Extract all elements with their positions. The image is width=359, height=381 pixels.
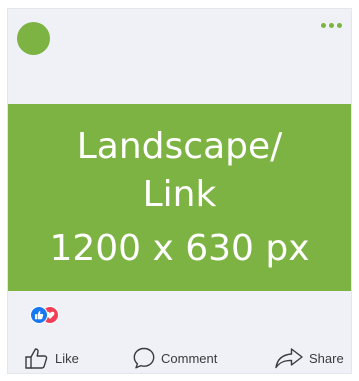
- comment-label: Comment: [161, 350, 218, 366]
- reaction-summary[interactable]: [30, 306, 60, 324]
- share-arrow-icon: [275, 348, 303, 369]
- like-label: Like: [55, 350, 79, 366]
- like-reaction-icon: [30, 306, 48, 324]
- post-card: Landscape/ Link 1200 x 630 px Like Comme…: [7, 8, 352, 374]
- dot-icon: [329, 23, 334, 28]
- post-image-banner[interactable]: Landscape/ Link 1200 x 630 px: [8, 104, 351, 291]
- comment-bubble-icon: [133, 347, 155, 369]
- action-bar: Like Comment Share: [8, 343, 351, 373]
- share-label: Share: [309, 350, 344, 366]
- share-button[interactable]: Share: [274, 343, 344, 373]
- banner-line-2: Link: [142, 173, 217, 215]
- more-options-button[interactable]: [321, 23, 342, 28]
- banner-line-3: 1200 x 630 px: [49, 227, 310, 269]
- dot-icon: [321, 23, 326, 28]
- comment-button[interactable]: Comment: [132, 343, 217, 373]
- thumbs-up-icon: [25, 348, 48, 369]
- avatar[interactable]: [17, 22, 50, 55]
- like-button[interactable]: Like: [24, 343, 79, 373]
- dot-icon: [337, 23, 342, 28]
- banner-line-1: Landscape/: [76, 125, 283, 167]
